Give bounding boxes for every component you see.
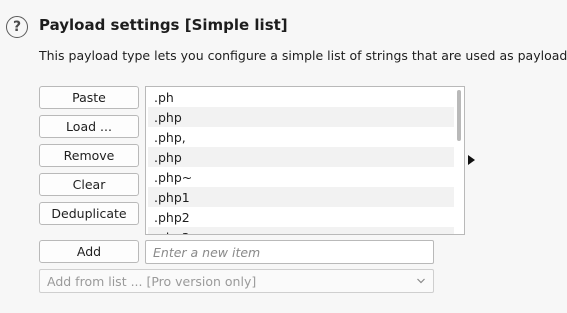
paste-button[interactable]: Paste	[39, 86, 139, 109]
caret-right-icon	[468, 155, 475, 165]
section-description: This payload type lets you configure a s…	[39, 48, 567, 63]
list-item[interactable]: .php~	[148, 167, 454, 187]
add-button[interactable]: Add	[39, 240, 139, 263]
remove-button[interactable]: Remove	[39, 144, 139, 167]
add-from-list-value: Add from list ... [Pro version only]	[47, 273, 257, 289]
new-item-input[interactable]: Enter a new item	[145, 240, 434, 264]
deduplicate-button[interactable]: Deduplicate	[39, 202, 139, 225]
help-icon[interactable]: ?	[6, 16, 28, 38]
add-from-list-select[interactable]: Add from list ... [Pro version only]	[39, 269, 434, 293]
list-item[interactable]: .php2	[148, 207, 454, 227]
section-title: Payload settings [Simple list]	[39, 16, 288, 34]
list-item[interactable]: .php	[148, 107, 454, 127]
list-scrollbar[interactable]	[455, 88, 463, 233]
list-item[interactable]: .php1	[148, 187, 454, 207]
list-item[interactable]: .php3	[148, 227, 454, 234]
list-item[interactable]: .ph	[148, 87, 454, 107]
chevron-down-icon	[417, 278, 425, 284]
clear-button[interactable]: Clear	[39, 173, 139, 196]
list-scrollbar-thumb[interactable]	[457, 90, 461, 141]
list-item[interactable]: .php	[148, 147, 454, 167]
list-item[interactable]: .php,	[148, 127, 454, 147]
payload-list[interactable]: .ph .php .php, .php .php~ .php1 .php2 .p…	[145, 86, 465, 235]
load-button[interactable]: Load ...	[39, 115, 139, 138]
